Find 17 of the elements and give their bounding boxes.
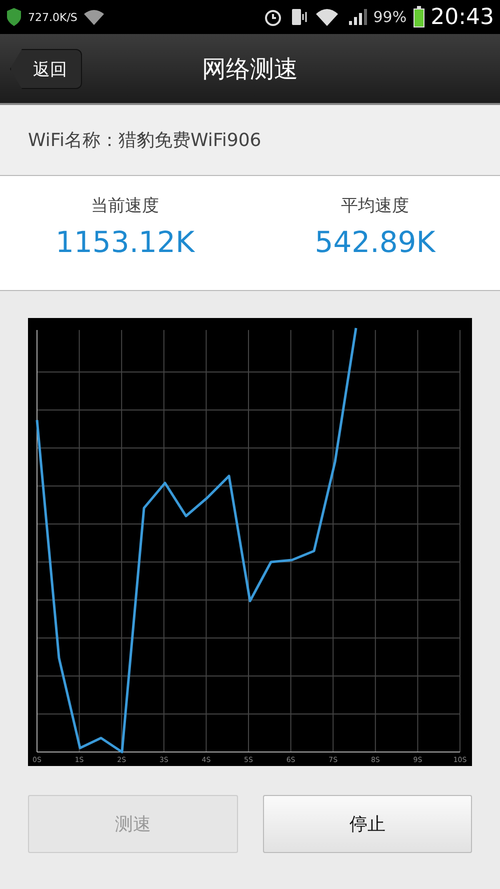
alarm-icon: [263, 7, 284, 27]
wifi-icon: [315, 8, 340, 26]
back-button[interactable]: 返回: [10, 49, 82, 89]
wifi-name: WiFi名称：猎豹免费WiFi906: [28, 129, 262, 152]
battery-percent: 99%: [373, 8, 407, 26]
speed-value: 542.89K: [314, 225, 436, 259]
phone-icon: [289, 7, 310, 27]
page-title: 网络测速: [202, 54, 298, 84]
action-button[interactable]: 停止: [262, 795, 472, 853]
speed-label: 当前速度: [91, 195, 159, 217]
shield-icon: [6, 7, 22, 27]
clock-time: 20:43: [430, 4, 494, 30]
wifi-icon: [83, 9, 106, 25]
network-speed: 727.0K/S: [28, 10, 78, 24]
battery-icon: [412, 6, 425, 28]
speed-label: 平均速度: [341, 195, 409, 217]
speed-value: 1153.12K: [56, 225, 194, 259]
